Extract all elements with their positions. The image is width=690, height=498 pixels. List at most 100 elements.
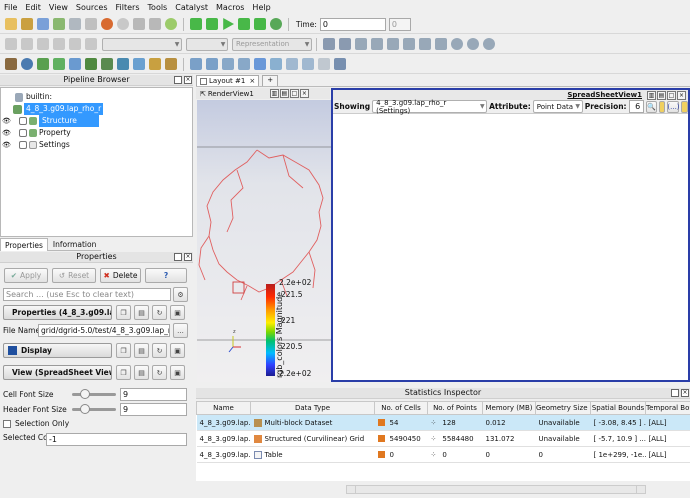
attribute-combo[interactable]: Point Data ▼ (532, 100, 583, 113)
zoom-to-data-icon[interactable] (339, 38, 351, 50)
maximize-view-icon[interactable]: □ (289, 89, 299, 98)
close-panel-icon[interactable]: × (681, 389, 689, 397)
query-selection-icon[interactable] (334, 58, 346, 70)
next-frame-icon[interactable] (238, 18, 250, 30)
save-defaults-button[interactable]: ▣ (170, 305, 185, 320)
header-font-size-slider[interactable] (72, 404, 116, 414)
view-minus-x-icon[interactable] (371, 38, 383, 50)
save-data-icon[interactable] (53, 18, 65, 30)
restore-defaults-button[interactable]: ↻ (152, 305, 167, 320)
view-minus-z-icon[interactable] (435, 38, 447, 50)
section-display-toggle[interactable]: Display (3, 343, 112, 358)
scroll-right-icon[interactable] (636, 486, 645, 493)
last-frame-icon[interactable] (254, 18, 266, 30)
first-frame-icon[interactable] (190, 18, 202, 30)
copy-properties-button[interactable]: ❐ (116, 305, 131, 320)
precision-spinbox[interactable]: 6 (628, 100, 645, 113)
extract-subset-icon[interactable] (85, 58, 97, 70)
shrink-selection-icon[interactable] (302, 58, 314, 70)
column-header[interactable]: Data Type (250, 401, 375, 415)
threshold-icon[interactable] (69, 58, 81, 70)
eye-icon[interactable]: 👁 (2, 139, 11, 151)
layout-tab[interactable]: Layout #1 × (196, 75, 260, 86)
column-header[interactable]: No. of Cells (374, 401, 428, 415)
eye-icon[interactable]: 👁 (2, 127, 11, 139)
stream-tracer-icon[interactable] (117, 58, 129, 70)
tree-item-builtin[interactable]: builtin: (1, 91, 192, 103)
export-spreadsheet-icon[interactable] (681, 100, 688, 113)
undo-icon[interactable] (101, 18, 113, 30)
advanced-properties-button[interactable]: ⚙ (173, 287, 188, 302)
slider-handle[interactable] (80, 389, 90, 399)
select-cells-through-icon[interactable] (222, 58, 234, 70)
rotate-90-icon[interactable] (483, 38, 495, 50)
edit-color-map-icon[interactable] (21, 38, 33, 50)
clip-icon[interactable] (37, 58, 49, 70)
menu-catalyst[interactable]: Catalyst (175, 3, 208, 12)
select-view-icon[interactable]: ⇱ (200, 90, 206, 98)
reset-button[interactable]: ↺ Reset (52, 268, 96, 283)
menu-help[interactable]: Help (252, 3, 270, 12)
checkbox-icon[interactable] (19, 129, 27, 137)
float-panel-icon[interactable] (671, 389, 679, 397)
header-font-size-field[interactable]: 9 (120, 403, 187, 416)
float-panel-icon[interactable] (174, 76, 182, 84)
checkbox-box[interactable] (3, 419, 11, 428)
rotate-ccw-icon[interactable] (467, 38, 479, 50)
table-row[interactable]: 4_8_3.g09.lap... Table 0 ⁘ 0 0 0 [ 1e+299… (196, 446, 690, 463)
column-header[interactable]: Spatial Bounds (590, 401, 646, 415)
view-plus-y-icon[interactable] (387, 38, 399, 50)
camera-undo-icon[interactable] (133, 18, 145, 30)
column-header[interactable]: Temporal Boun (645, 401, 690, 415)
apply-button[interactable]: ✔ Apply (4, 268, 48, 283)
render-view[interactable]: z 2.2e+02 221.5 221 220.5 2.2e+02 rgb_co… (197, 100, 331, 382)
showing-combo[interactable]: 4_8_3.g09.lap_rho_r (Settings) ▼ (372, 99, 488, 115)
browse-button[interactable]: ... (173, 323, 188, 338)
help-button[interactable]: ? (145, 268, 187, 283)
close-panel-icon[interactable]: × (184, 253, 192, 261)
tree-item-structure[interactable]: 👁 Structure (1, 115, 192, 127)
search-input[interactable]: Search ... (use Esc to clear text) (3, 288, 171, 301)
checkbox-icon[interactable] (19, 117, 27, 125)
slider-handle[interactable] (80, 404, 90, 414)
select-points-on-icon[interactable] (206, 58, 218, 70)
checkbox-icon[interactable] (19, 141, 27, 149)
grow-selection-icon[interactable] (286, 58, 298, 70)
toggle-cell-connectivity-icon[interactable]: 🔍 (646, 100, 657, 113)
reset-range-icon[interactable] (37, 38, 49, 50)
toggle-column-visibility-icon[interactable] (658, 100, 666, 113)
tab-information[interactable]: Information (47, 238, 102, 251)
representation-combo[interactable]: Representation ▼ (232, 37, 312, 51)
extract-level-icon[interactable] (165, 58, 177, 70)
load-state-icon[interactable] (37, 18, 49, 30)
maximize-view-icon[interactable]: □ (667, 90, 676, 100)
menu-sources[interactable]: Sources (76, 3, 108, 12)
add-layout-tab[interactable]: + (262, 75, 279, 86)
contour-icon[interactable] (21, 58, 33, 70)
cell-font-size-field[interactable]: 9 (120, 388, 187, 401)
rotate-cw-icon[interactable] (451, 38, 463, 50)
warp-by-vector-icon[interactable] (133, 58, 145, 70)
open-icon[interactable] (5, 18, 17, 30)
data-range-over-time-icon[interactable] (69, 38, 81, 50)
paste-view-button[interactable]: ▤ (134, 365, 149, 380)
clear-selection-icon[interactable] (318, 58, 330, 70)
column-header[interactable]: Geometry Size (M (535, 401, 591, 415)
horizontal-scrollbar[interactable] (346, 485, 646, 494)
column-header[interactable]: Memory (MB) (482, 401, 536, 415)
close-panel-icon[interactable]: × (184, 76, 192, 84)
play-icon[interactable] (223, 18, 234, 30)
column-header[interactable]: No. of Points (427, 401, 483, 415)
cell-font-size-slider[interactable] (72, 389, 116, 399)
save-display-button[interactable]: ▣ (170, 343, 185, 358)
save-view-button[interactable]: ▣ (170, 365, 185, 380)
float-panel-icon[interactable] (174, 253, 182, 261)
paste-properties-button[interactable]: ▤ (134, 305, 149, 320)
table-row[interactable]: 4_8_3.g09.lap... Structured (Curvilinear… (196, 430, 690, 447)
close-tab-icon[interactable]: × (249, 77, 255, 85)
selected-component-field[interactable]: -1 (46, 433, 187, 446)
view-plus-z-icon[interactable] (419, 38, 431, 50)
tree-item-reader[interactable]: 4_8_3.g09.lap_rho_r (1, 103, 192, 115)
toggle-color-legend-icon[interactable] (5, 38, 17, 50)
scroll-left-icon[interactable] (347, 486, 356, 493)
